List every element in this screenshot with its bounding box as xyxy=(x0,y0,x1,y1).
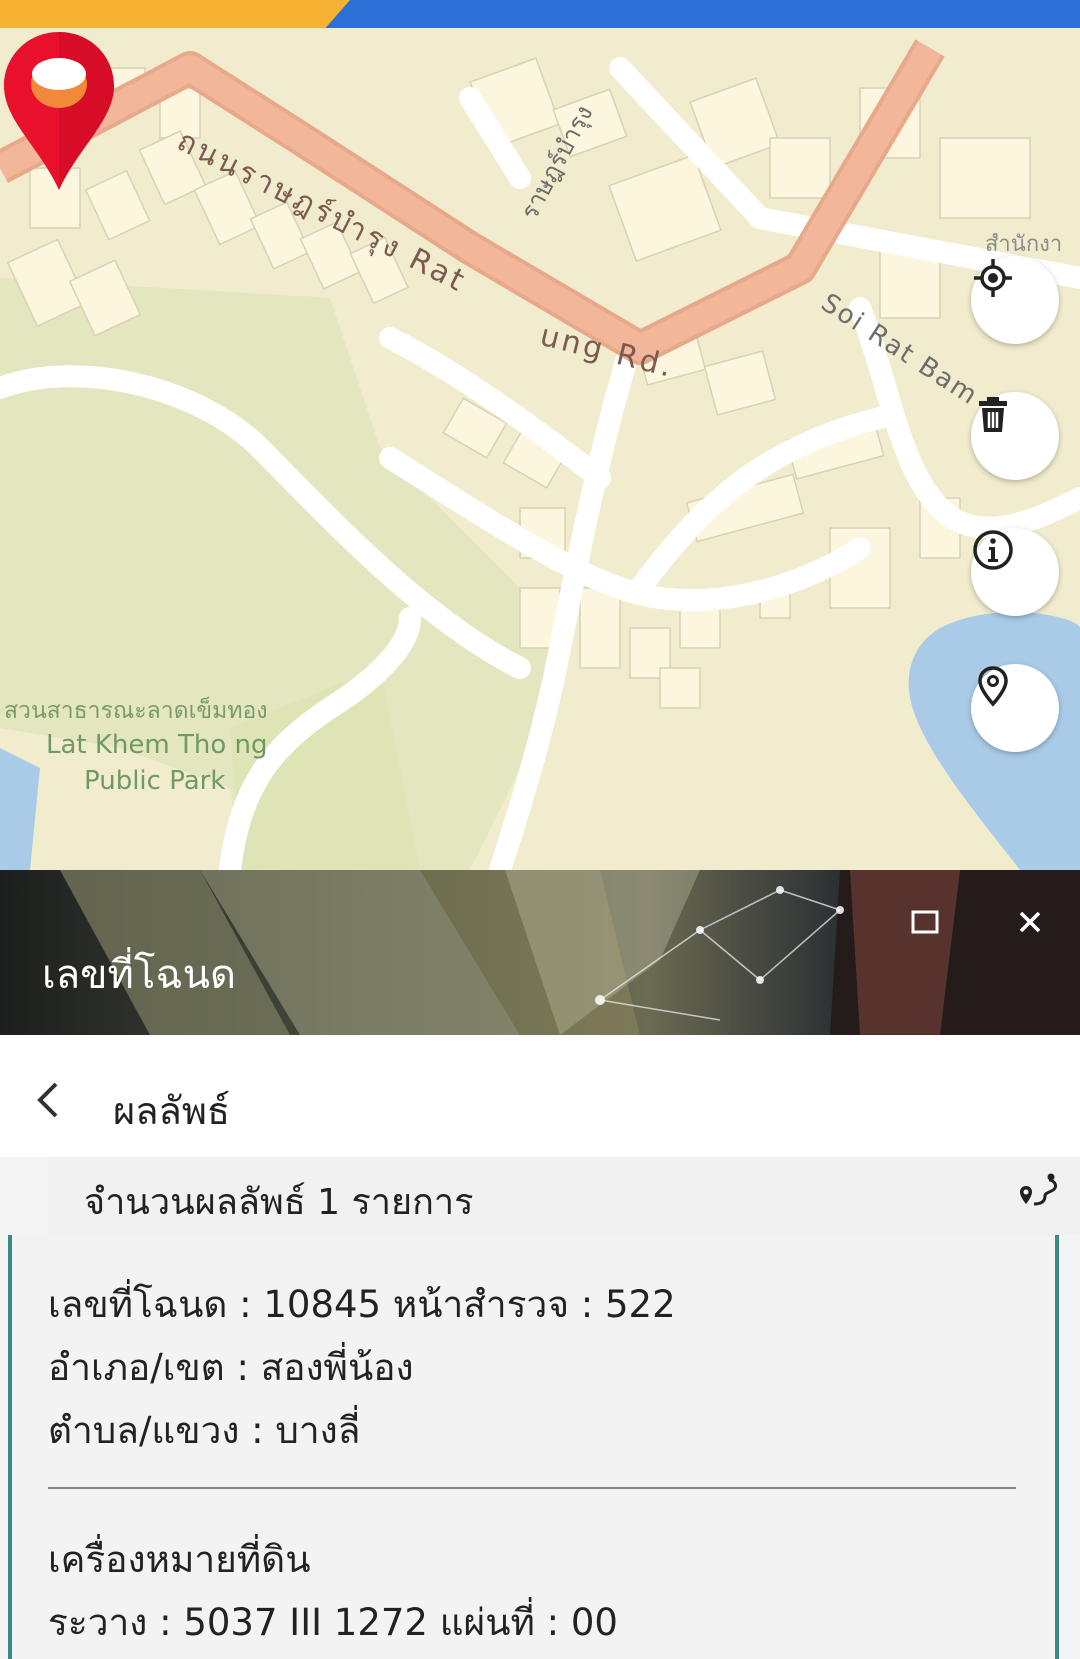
map-sheet-line: ระวาง : 5037 III 1272 แผ่นที่ : 00 xyxy=(48,1601,618,1644)
map-pin-icon xyxy=(978,666,1008,707)
results-count: จำนวนผลลัพธ์ 1 รายการ xyxy=(84,1182,474,1223)
maximize-icon xyxy=(911,910,939,934)
map-view[interactable]: ถนนราษฎร์บำรุง Rat ung Rd. ราษฎร์บำรุง S… xyxy=(0,28,1080,870)
route-button[interactable] xyxy=(1015,1168,1063,1216)
panel-title: เลขที่โฉนด xyxy=(42,952,236,998)
map-label-park-en-line1: Lat Khem Tho ng xyxy=(46,730,268,760)
subdistrict-line: ตำบล/แขวง : บางลี่ xyxy=(48,1409,361,1452)
info-button[interactable] xyxy=(971,528,1059,616)
results-title: ผลลัพธ์ xyxy=(113,1089,231,1133)
chevron-left-icon xyxy=(37,1082,58,1118)
map-marker-icon[interactable] xyxy=(0,28,118,194)
close-button[interactable] xyxy=(1006,898,1054,946)
delete-button[interactable] xyxy=(971,392,1059,480)
card-divider xyxy=(48,1487,1016,1489)
close-icon xyxy=(1019,911,1041,933)
district-line: อำเภอ/เขต : สองพี่น้อง xyxy=(48,1346,414,1389)
pin-location-button[interactable] xyxy=(971,664,1059,752)
top-bar-orange xyxy=(0,0,350,28)
map-label-park-en-line2: Public Park xyxy=(84,766,226,796)
trash-icon xyxy=(979,397,1007,432)
back-button[interactable] xyxy=(28,1078,72,1122)
land-mark-section-title: เครื่องหมายที่ดิน xyxy=(48,1538,311,1581)
map-label-park-th: สวนสาธารณะลาดเข็มทอง xyxy=(4,698,268,724)
maximize-button[interactable] xyxy=(901,898,949,946)
top-status-bar xyxy=(0,0,1080,28)
crosshair-icon xyxy=(974,259,1012,297)
route-pin-icon xyxy=(1020,1173,1057,1206)
deed-number-line: เลขที่โฉนด : 10845 หน้าสำรวจ : 522 xyxy=(48,1283,676,1326)
info-icon xyxy=(973,530,1013,570)
locate-button[interactable] xyxy=(971,256,1059,344)
